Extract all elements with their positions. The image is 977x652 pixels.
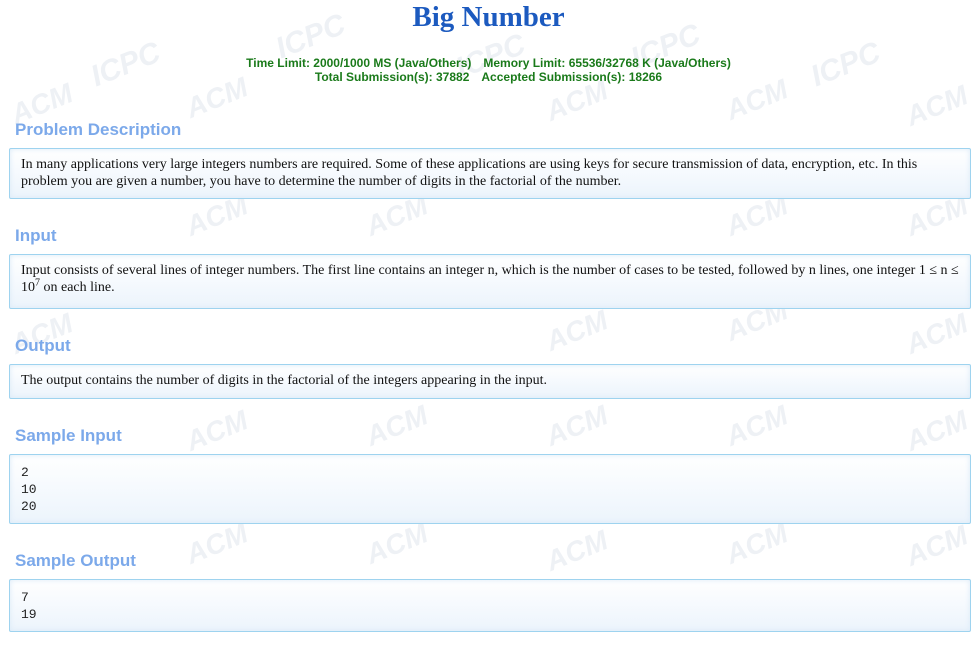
output-heading: Output bbox=[15, 336, 71, 355]
memory-limit: Memory Limit: 65536/32768 K (Java/Others… bbox=[483, 56, 731, 70]
watermark-acm: ACM bbox=[541, 524, 613, 577]
description-text: In many applications very large integers… bbox=[21, 157, 918, 189]
output-text: The output contains the number of digits… bbox=[21, 373, 548, 388]
watermark-acm: ACM bbox=[181, 404, 253, 457]
input-text-end: on each line. bbox=[40, 280, 115, 295]
watermark-acm: ACM bbox=[721, 517, 793, 570]
limits-line-2: Total Submission(s): 37882 Accepted Submi… bbox=[0, 70, 977, 84]
watermark-acm: ACM bbox=[901, 79, 973, 132]
sample-output-panel: 7 19 bbox=[9, 579, 971, 632]
problem-title: Big Number bbox=[412, 1, 565, 33]
sample-input-code: 2 10 20 bbox=[21, 465, 37, 514]
sample-input-heading: Sample Input bbox=[15, 426, 122, 445]
input-panel: Input consists of several lines of integ… bbox=[9, 254, 971, 309]
watermark-acm: ACM bbox=[181, 517, 253, 570]
watermark-layer: ICPC ICPC ICPC ICPC ICPC ACM ACM ACM ACM… bbox=[0, 0, 977, 652]
watermark-acm: ACM bbox=[901, 404, 973, 457]
accepted-submissions: Accepted Submission(s): 18266 bbox=[481, 70, 663, 84]
watermark-acm: ACM bbox=[361, 517, 433, 570]
total-submissions: Total Submission(s): 37882 bbox=[314, 70, 470, 84]
watermark-acm: ACM bbox=[721, 399, 793, 452]
watermark-acm: ACM bbox=[541, 304, 613, 357]
sample-input-panel: 2 10 20 bbox=[9, 454, 971, 524]
problem-limits: Time Limit: 2000/1000 MS (Java/Others) Me… bbox=[0, 56, 977, 84]
watermark-acm: ACM bbox=[361, 399, 433, 452]
watermark-acm: ACM bbox=[541, 399, 613, 452]
watermark-acm: ACM bbox=[901, 307, 973, 360]
watermark-acm: ACM bbox=[901, 519, 973, 572]
sample-output-code: 7 19 bbox=[21, 590, 37, 622]
limits-line-1: Time Limit: 2000/1000 MS (Java/Others) Me… bbox=[0, 56, 977, 70]
description-heading: Problem Description bbox=[15, 120, 182, 139]
input-heading: Input bbox=[15, 226, 57, 245]
description-panel: In many applications very large integers… bbox=[9, 148, 971, 199]
sample-output-heading: Sample Output bbox=[15, 551, 136, 570]
output-panel: The output contains the number of digits… bbox=[9, 364, 971, 399]
input-text: Input consists of several lines of integ… bbox=[21, 263, 959, 295]
time-limit: Time Limit: 2000/1000 MS (Java/Others) bbox=[246, 56, 472, 70]
